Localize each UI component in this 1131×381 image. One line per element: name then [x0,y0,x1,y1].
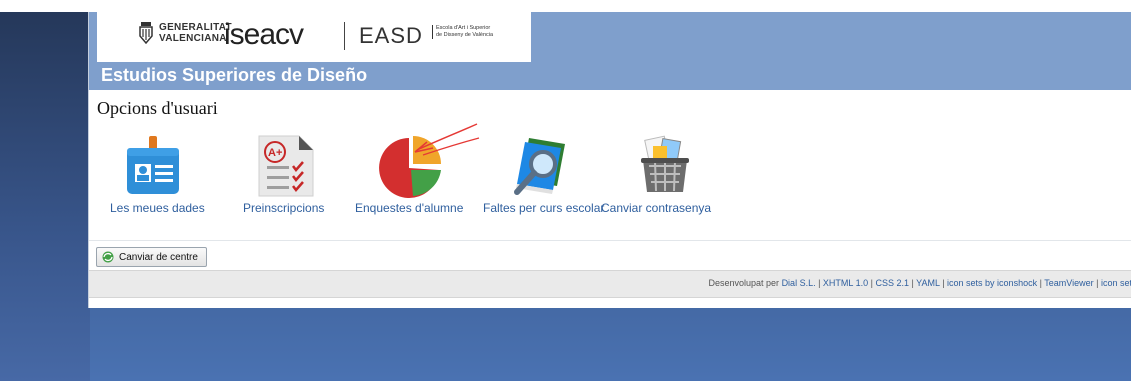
footer-link-xhtml[interactable]: XHTML 1.0 [823,278,868,288]
easd-subtitle: Escola d'Art i Superior de Disseny de Va… [432,25,493,39]
option-label[interactable]: Enquestes d'alumne [355,201,463,215]
background-left-strip [0,0,90,381]
browser-top-strip [0,0,1131,12]
option-label[interactable]: Les meues dades [110,201,205,215]
book-magnifier-icon [514,138,565,195]
annotation-arrow-icon [414,123,480,156]
svg-text:A+: A+ [268,147,282,159]
footer: Desenvolupat per Dial S.L. | XHTML 1.0 |… [89,270,1131,298]
refresh-arrows-icon [102,251,114,263]
iseacv-logo: iseacv [224,18,304,51]
option-label[interactable]: Faltes per curs escolar [483,201,604,215]
footer-link-yaml[interactable]: YAML [916,278,940,288]
option-label[interactable]: Canviar contrasenya [601,201,711,215]
footer-prefix: Desenvolupat per [708,278,780,288]
easd-logo: EASD [359,23,423,48]
change-center-button[interactable]: Canviar de centre [96,247,207,267]
footer-link-iconset[interactable]: icon set [1101,278,1131,288]
logo-divider [344,22,345,50]
footer-link-iconshock[interactable]: icon sets by iconshock [947,278,1037,288]
change-center-label: Canviar de centre [119,251,198,263]
basket-icon [641,135,689,192]
grade-document-icon: A+ [258,135,314,197]
footer-link-css[interactable]: CSS 2.1 [875,278,909,288]
easd-sub-line1: Escola d'Art i Superior [436,25,491,31]
footer-link-teamviewer[interactable]: TeamViewer [1044,278,1093,288]
footer-text: Desenvolupat per Dial S.L. | XHTML 1.0 |… [708,278,1131,288]
footer-link-dial[interactable]: Dial S.L. [782,278,816,288]
logo-area: GENERALITAT VALENCIANA iseacv EASD Escol… [97,12,531,62]
gv-line2: VALENCIANA [159,33,227,44]
divider [89,240,1131,241]
section-title: Opcions d'usuari [97,98,218,118]
gv-line1: GENERALITAT [159,22,232,33]
site-title: Estudios Superiores de Diseño [101,65,368,85]
easd-sub-line2: de Disseny de València [436,32,494,38]
shield-icon [139,22,153,44]
main-panel: GENERALITAT VALENCIANA iseacv EASD Escol… [88,12,1131,308]
header-banner: GENERALITAT VALENCIANA iseacv EASD Escol… [89,12,1131,90]
id-card-icon [127,136,179,194]
generalitat-logo: GENERALITAT VALENCIANA [139,22,232,44]
option-label[interactable]: Preinscripcions [243,201,324,215]
